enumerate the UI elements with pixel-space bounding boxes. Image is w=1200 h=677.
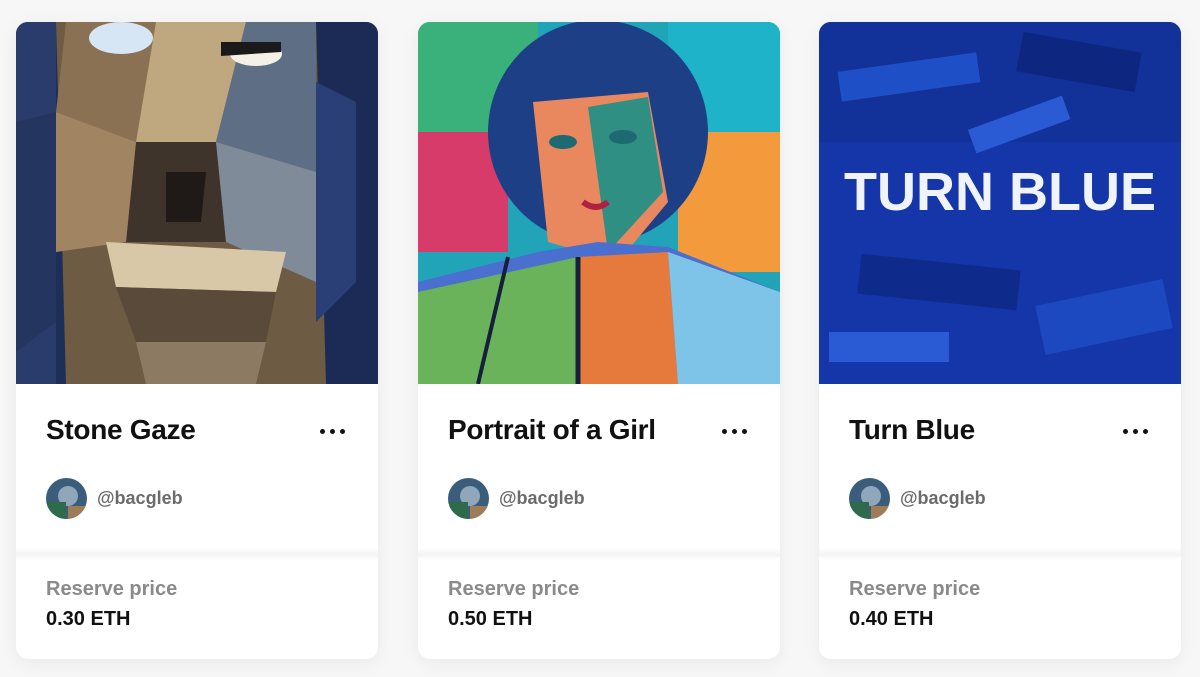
reserve-price-value: 0.30 ETH	[46, 608, 131, 630]
more-horizontal-icon-dot	[339, 428, 345, 434]
more-horizontal-icon-dot	[1142, 428, 1148, 434]
reserve-price-label: Reserve price	[448, 578, 580, 600]
nft-card-stone-gaze[interactable]: Stone Gaze @bacgleb Reserve price 0.30 E…	[16, 22, 378, 659]
more-horizontal-icon	[319, 428, 325, 434]
creator-link[interactable]: @bacgleb	[448, 478, 585, 519]
artwork-title[interactable]: Stone Gaze	[46, 414, 196, 446]
more-horizontal-icon-dot	[741, 428, 747, 434]
creator-handle: @bacgleb	[900, 488, 986, 508]
more-horizontal-icon-dot	[731, 428, 737, 434]
fauvist-portrait-painting	[418, 22, 780, 384]
more-horizontal-icon	[1122, 428, 1128, 434]
reserve-price-label: Reserve price	[46, 578, 178, 600]
nft-card-portrait-of-a-girl[interactable]: Portrait of a Girl @bacgleb Reserve pric…	[418, 22, 780, 659]
reserve-price-value: 0.50 ETH	[448, 608, 533, 630]
divider	[418, 548, 780, 560]
creator-link[interactable]: @bacgleb	[46, 478, 183, 519]
more-horizontal-icon-dot	[329, 428, 335, 434]
nft-card-turn-blue[interactable]: TURN BLUE Turn Blue @bacgleb Reserve pri…	[819, 22, 1181, 659]
artwork-image[interactable]	[16, 22, 378, 384]
blue-abstract-painting: TURN BLUE	[819, 22, 1181, 384]
avatar	[448, 478, 489, 519]
artwork-title[interactable]: Turn Blue	[849, 414, 975, 446]
creator-handle: @bacgleb	[499, 488, 585, 508]
creator-handle: @bacgleb	[97, 488, 183, 508]
more-horizontal-icon-dot	[1132, 428, 1138, 434]
more-options-button[interactable]	[714, 416, 754, 446]
divider	[16, 548, 378, 560]
creator-link[interactable]: @bacgleb	[849, 478, 986, 519]
divider	[819, 548, 1181, 560]
artwork-title[interactable]: Portrait of a Girl	[448, 414, 656, 446]
more-horizontal-icon	[721, 428, 727, 434]
reserve-price-label: Reserve price	[849, 578, 981, 600]
cubist-face-painting	[16, 22, 378, 384]
avatar	[46, 478, 87, 519]
artwork-image[interactable]	[418, 22, 780, 384]
more-options-button[interactable]	[1115, 416, 1155, 446]
artwork-text: TURN BLUE	[844, 162, 1156, 222]
artwork-image[interactable]: TURN BLUE	[819, 22, 1181, 384]
reserve-price-value: 0.40 ETH	[849, 608, 934, 630]
more-options-button[interactable]	[312, 416, 352, 446]
avatar	[849, 478, 890, 519]
